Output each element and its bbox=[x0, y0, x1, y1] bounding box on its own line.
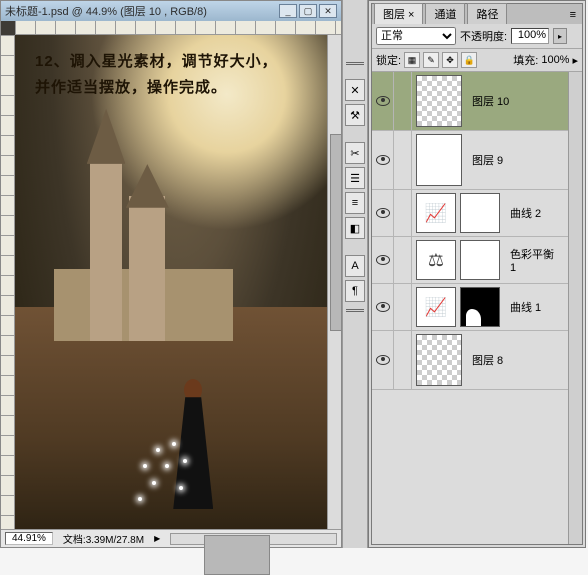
lock-position-icon[interactable]: ✥ bbox=[442, 52, 458, 68]
fill-value[interactable]: 100% bbox=[541, 54, 569, 66]
opacity-label: 不透明度: bbox=[460, 28, 507, 44]
layers-panel: 图层 × 通道 路径 ≡ 正常 不透明度: 100% ▸ 锁定: ▦ ✎ ✥ 🔒… bbox=[368, 0, 586, 548]
lock-pixels-icon[interactable]: ✎ bbox=[423, 52, 439, 68]
castle-graphic bbox=[54, 134, 233, 341]
tab-paths[interactable]: 路径 bbox=[467, 3, 507, 24]
link-column[interactable] bbox=[394, 72, 412, 130]
tool-4[interactable]: ≡ bbox=[345, 192, 365, 214]
panel-scrollbar[interactable] bbox=[568, 72, 582, 544]
tab-channels[interactable]: 通道 bbox=[425, 3, 465, 24]
layer-row-4[interactable]: 📈 曲线 1 bbox=[372, 284, 568, 331]
lock-transparency-icon[interactable]: ▦ bbox=[404, 52, 420, 68]
panel-menu-icon[interactable]: ≡ bbox=[564, 6, 582, 24]
layer-list[interactable]: 图层 10 图层 9 📈 曲线 2 bbox=[372, 72, 568, 544]
panel-options-row-1: 正常 不透明度: 100% ▸ bbox=[372, 24, 582, 49]
layer-name[interactable]: 色彩平衡 1 bbox=[504, 246, 568, 274]
link-column[interactable] bbox=[394, 284, 412, 330]
layer-name[interactable]: 曲线 1 bbox=[504, 299, 568, 315]
layer-name[interactable]: 曲线 2 bbox=[504, 205, 568, 221]
layer-mask-thumb[interactable] bbox=[460, 193, 500, 233]
layer-mask-thumb[interactable] bbox=[460, 287, 500, 327]
tool-7[interactable]: ¶ bbox=[345, 280, 365, 302]
document-title: 未标题-1.psd @ 44.9% (图层 10 , RGB/8) bbox=[5, 3, 277, 19]
tool-1[interactable]: ⚒ bbox=[345, 104, 365, 126]
caption-line-2: 并作适当摆放，操作完成。 bbox=[35, 75, 321, 101]
tool-5[interactable]: ◧ bbox=[345, 217, 365, 239]
minimize-button[interactable]: _ bbox=[279, 4, 297, 18]
lock-all-icon[interactable]: 🔒 bbox=[461, 52, 477, 68]
layer-name[interactable]: 图层 9 bbox=[466, 152, 568, 168]
visibility-toggle-icon[interactable] bbox=[376, 96, 390, 106]
link-column[interactable] bbox=[394, 331, 412, 389]
adjustment-curves-icon[interactable]: 📈 bbox=[416, 193, 456, 233]
zoom-readout[interactable]: 44.91% bbox=[5, 532, 53, 545]
layer-name[interactable]: 图层 10 bbox=[466, 93, 568, 109]
layer-thumb[interactable] bbox=[416, 75, 462, 127]
layer-thumb[interactable] bbox=[416, 334, 462, 386]
layer-row-5[interactable]: 图层 8 bbox=[372, 331, 568, 390]
layer-row-2[interactable]: 📈 曲线 2 bbox=[372, 190, 568, 237]
toolbar-grip[interactable] bbox=[346, 62, 364, 72]
tool-0[interactable]: ✕ bbox=[345, 79, 365, 101]
maximize-button[interactable]: ▢ bbox=[299, 4, 317, 18]
toolbar-grip-2[interactable] bbox=[346, 309, 364, 319]
fill-stepper[interactable]: ▸ bbox=[572, 54, 578, 67]
adjustment-curves-icon[interactable]: 📈 bbox=[416, 287, 456, 327]
link-column[interactable] bbox=[394, 237, 412, 283]
close-button[interactable]: ✕ bbox=[319, 4, 337, 18]
visibility-toggle-icon[interactable] bbox=[376, 255, 390, 265]
scrollbar-horizontal[interactable] bbox=[170, 533, 337, 545]
layer-row-3[interactable]: ⚖ 色彩平衡 1 bbox=[372, 237, 568, 284]
scrollbar-vertical[interactable] bbox=[327, 35, 341, 529]
opacity-value[interactable]: 100% bbox=[511, 28, 549, 44]
blend-mode-select[interactable]: 正常 bbox=[376, 27, 456, 45]
doc-size-readout: 文档:3.39M/27.8M bbox=[63, 531, 144, 546]
tab-layers[interactable]: 图层 × bbox=[374, 3, 423, 24]
canvas-caption: 12、调入星光素材，调节好大小， 并作适当摆放，操作完成。 bbox=[35, 49, 321, 100]
caption-line-1: 12、调入星光素材，调节好大小， bbox=[35, 49, 321, 75]
document-window: 未标题-1.psd @ 44.9% (图层 10 , RGB/8) _ ▢ ✕ bbox=[0, 0, 342, 548]
figure-graphic bbox=[168, 379, 218, 509]
layer-thumb[interactable] bbox=[416, 134, 462, 186]
link-column[interactable] bbox=[394, 190, 412, 236]
adjustment-color-balance-icon[interactable]: ⚖ bbox=[416, 240, 456, 280]
visibility-toggle-icon[interactable] bbox=[376, 155, 390, 165]
panel-tabs: 图层 × 通道 路径 ≡ bbox=[372, 4, 582, 24]
visibility-toggle-icon[interactable] bbox=[376, 302, 390, 312]
ruler-horizontal[interactable] bbox=[15, 21, 341, 35]
ruler-vertical[interactable] bbox=[1, 35, 15, 529]
document-titlebar[interactable]: 未标题-1.psd @ 44.9% (图层 10 , RGB/8) _ ▢ ✕ bbox=[1, 1, 341, 21]
visibility-toggle-icon[interactable] bbox=[376, 208, 390, 218]
visibility-toggle-icon[interactable] bbox=[376, 355, 390, 365]
tool-6[interactable]: A bbox=[345, 255, 365, 277]
layer-name[interactable]: 图层 8 bbox=[466, 352, 568, 368]
fill-label: 填充: bbox=[513, 52, 538, 68]
tool-3[interactable]: ☰ bbox=[345, 167, 365, 189]
document-statusbar: 44.91% 文档:3.39M/27.8M ▶ bbox=[1, 529, 341, 547]
link-column[interactable] bbox=[394, 131, 412, 189]
opacity-stepper[interactable]: ▸ bbox=[553, 28, 567, 44]
side-toolbar: ✕ ⚒ ✂ ☰ ≡ ◧ A ¶ bbox=[342, 0, 368, 548]
layer-mask-thumb[interactable] bbox=[460, 240, 500, 280]
layer-row-1[interactable]: 图层 9 bbox=[372, 131, 568, 190]
tool-2[interactable]: ✂ bbox=[345, 142, 365, 164]
canvas-content: 12、调入星光素材，调节好大小， 并作适当摆放，操作完成。 bbox=[15, 35, 341, 529]
lock-label: 锁定: bbox=[376, 52, 401, 68]
panel-options-row-2: 锁定: ▦ ✎ ✥ 🔒 填充: 100% ▸ bbox=[372, 49, 582, 72]
canvas-area[interactable]: 12、调入星光素材，调节好大小， 并作适当摆放，操作完成。 bbox=[15, 35, 341, 529]
layer-row-0[interactable]: 图层 10 bbox=[372, 72, 568, 131]
